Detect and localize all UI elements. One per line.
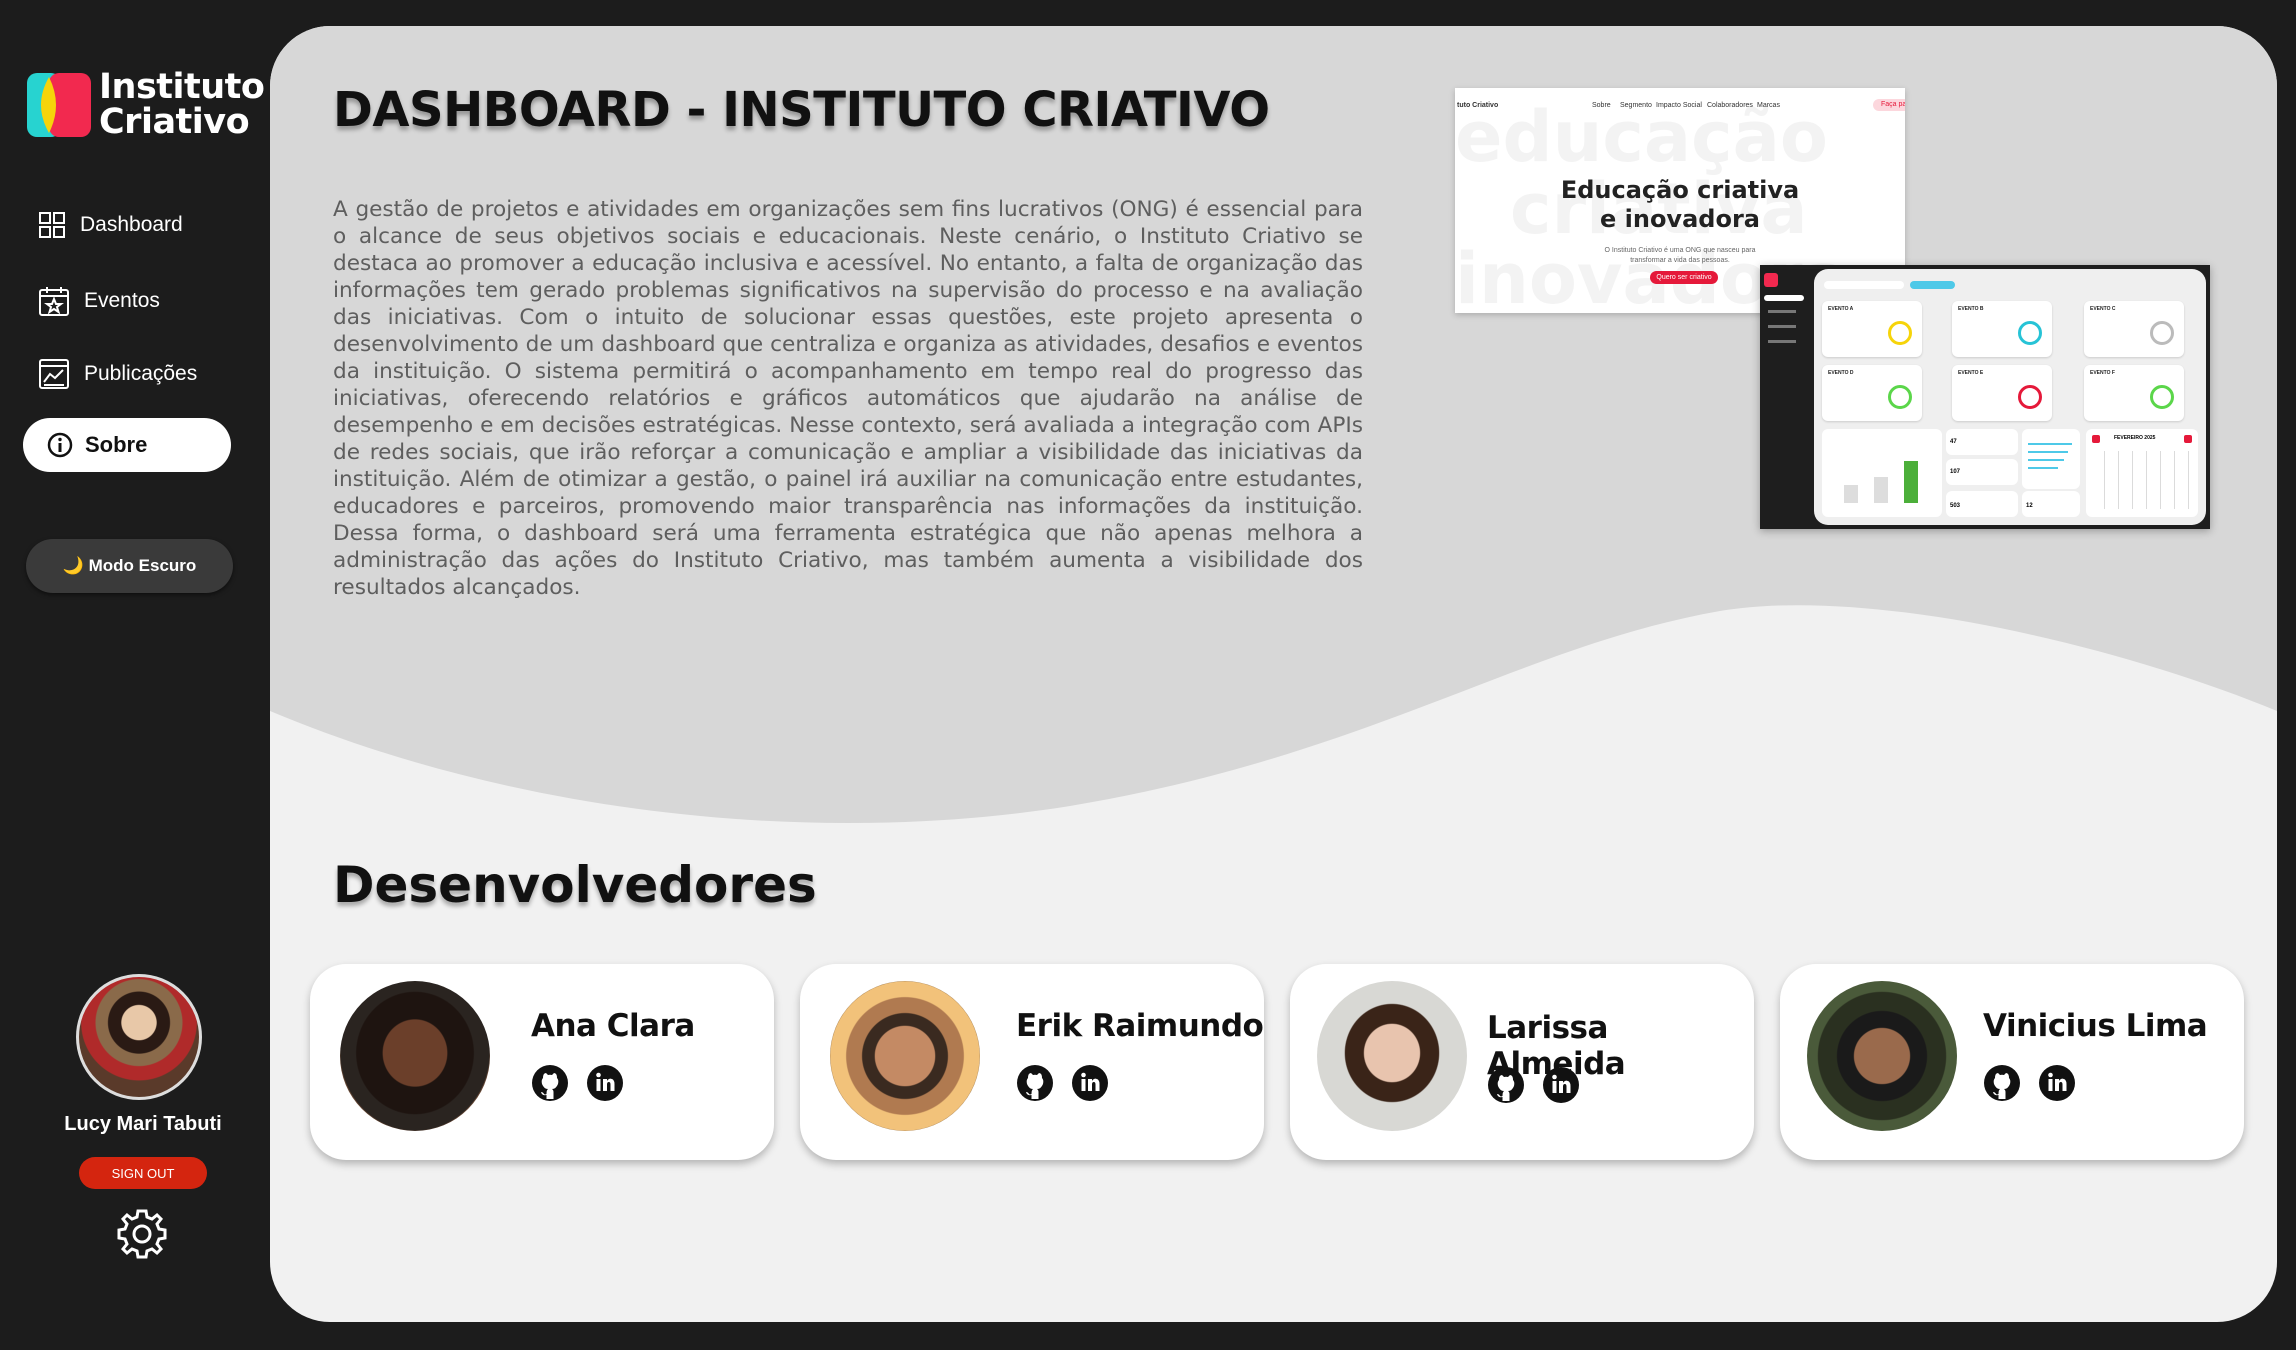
dashboard-icon — [39, 212, 65, 238]
sidebar-item-publicacoes[interactable]: Publicações — [38, 358, 197, 390]
preview-stat: 47 — [1950, 439, 1957, 445]
sign-out-button[interactable]: SIGN OUT — [79, 1157, 207, 1189]
calendar-icon — [39, 287, 69, 316]
sidebar-item-dashboard[interactable]: Dashboard — [38, 211, 183, 239]
dashboard-preview-image: EVENTO A EVENTO B EVENTO C EVENTO D EVEN… — [1760, 265, 2210, 529]
preview-card-title: EVENTO A — [1828, 306, 1854, 312]
preview-nav-item: Sobre — [1592, 102, 1611, 109]
preview-stat: 503 — [1950, 503, 1961, 509]
developer-card: Erik Raimundo — [800, 964, 1264, 1160]
preview-card-title: EVENTO E — [1958, 370, 1984, 376]
preview-stat: 12 — [2026, 503, 2033, 509]
main-panel: DASHBOARD - INSTITUTO CRIATIVO A gestão … — [270, 26, 2277, 1322]
developer-links — [1016, 1064, 1109, 1102]
sidebar-item-label: Sobre — [85, 432, 148, 457]
info-icon — [47, 432, 73, 458]
developer-links — [531, 1064, 624, 1102]
github-icon[interactable] — [1487, 1066, 1525, 1104]
preview-card-title: EVENTO D — [1828, 370, 1854, 376]
developer-photo — [340, 981, 490, 1131]
linkedin-icon[interactable] — [586, 1064, 624, 1102]
developer-card: Ana Clara — [310, 964, 774, 1160]
github-icon[interactable] — [1016, 1064, 1054, 1102]
github-icon[interactable] — [1983, 1064, 2021, 1102]
user-name: Lucy Mari Tabuti — [64, 1113, 222, 1135]
preview-nav-item: Marcas — [1757, 102, 1780, 109]
developer-name: Vinicius Lima — [1983, 1008, 2208, 1044]
preview-nav-item: Colaboradores — [1707, 102, 1753, 109]
preview-nav-cta: Faça pa — [1873, 99, 1905, 111]
logo[interactable]: Instituto Criativo — [27, 67, 265, 142]
intro-text: A gestão de projetos e atividades em org… — [333, 197, 1363, 600]
developer-links — [1983, 1064, 2076, 1102]
github-icon[interactable] — [531, 1064, 569, 1102]
preview-nav-item: Impacto Social — [1656, 102, 1702, 109]
preview-calendar-title: FEVEREIRO 2025 — [2114, 435, 2156, 441]
preview-cta: Quero ser criativo — [1650, 271, 1718, 284]
sidebar-item-label: Dashboard — [80, 213, 183, 236]
developers-title: Desenvolvedores — [333, 856, 817, 914]
linkedin-icon[interactable] — [1542, 1066, 1580, 1104]
preview-nav-item: Segmento — [1620, 102, 1652, 109]
developer-photo — [1807, 981, 1957, 1131]
sidebar-item-eventos[interactable]: Eventos — [38, 285, 160, 317]
developer-name: Erik Raimundo — [1016, 1008, 1264, 1044]
linkedin-icon[interactable] — [1071, 1064, 1109, 1102]
developer-photo — [1317, 981, 1467, 1131]
logo-text: Instituto Criativo — [99, 67, 265, 142]
dark-mode-button[interactable]: 🌙 Modo Escuro — [26, 539, 233, 593]
preview-stat: 107 — [1950, 469, 1961, 475]
linkedin-icon[interactable] — [2038, 1064, 2076, 1102]
preview-card-title: EVENTO B — [1958, 306, 1984, 312]
developer-name: Ana Clara — [531, 1008, 695, 1044]
preview-card-title: EVENTO F — [2090, 370, 2115, 376]
sidebar-item-sobre[interactable]: Sobre — [23, 418, 231, 472]
sidebar-item-label: Publicações — [84, 362, 198, 385]
avatar[interactable] — [76, 974, 202, 1100]
logo-icon — [27, 73, 91, 137]
sidebar: Instituto Criativo Dashboard Eventos Pub… — [0, 0, 270, 1350]
preview-subtitle: O Instituto Criativo é uma ONG que nasce… — [1604, 247, 1756, 264]
sidebar-item-label: Eventos — [84, 289, 160, 312]
preview-brand: tuto Criativo — [1457, 102, 1499, 109]
page-title: DASHBOARD - INSTITUTO CRIATIVO — [333, 82, 1270, 138]
developer-photo — [830, 981, 980, 1131]
gear-icon[interactable] — [115, 1207, 169, 1261]
chart-icon — [39, 359, 69, 389]
preview-card-title: EVENTO C — [2090, 306, 2116, 312]
developer-card: Vinicius Lima — [1780, 964, 2244, 1160]
preview-hero: Educação criativa e inovadora — [1560, 176, 1800, 233]
developer-links — [1487, 1066, 1580, 1104]
developer-card: Larissa Almeida — [1290, 964, 1754, 1160]
